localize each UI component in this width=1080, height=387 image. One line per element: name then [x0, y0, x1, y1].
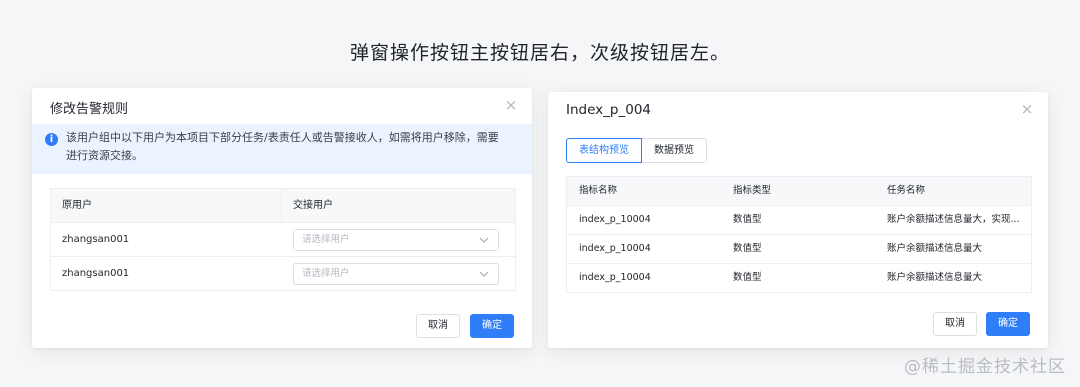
- transfer-user-cell: 请选择用户: [282, 223, 515, 256]
- column-header-original-user: 原用户: [51, 189, 282, 222]
- column-header-task-name: 任务名称: [887, 185, 926, 196]
- table-header: 指标名称 指标类型 任务名称: [567, 177, 1031, 206]
- task-name-cell: 账户余额描述信息量大，实现...: [887, 214, 1020, 225]
- notice-text: 该用户组中以下用户为本项目下部分任务/表责任人或告警接收人，如需将用户移除，需要…: [66, 131, 499, 162]
- modal-title: Index_p_004: [566, 102, 652, 118]
- table-row: zhangsan001 请选择用户: [51, 257, 515, 290]
- table-row: index_p_10004 数值型 账户余额描述信息量大: [567, 264, 1031, 292]
- column-header-transfer-user: 交接用户: [293, 200, 333, 211]
- tab-data-preview[interactable]: 数据预览: [642, 138, 707, 163]
- confirm-button[interactable]: 确定: [986, 312, 1030, 336]
- metric-type-cell: 数值型: [733, 272, 762, 283]
- metric-name-cell: index_p_10004: [579, 243, 651, 254]
- cancel-button[interactable]: 取消: [416, 314, 460, 338]
- cancel-button[interactable]: 取消: [933, 312, 977, 336]
- edit-alert-rule-modal: 修改告警规则 × i 该用户组中以下用户为本项目下部分任务/表责任人或告警接收人…: [32, 88, 532, 348]
- info-notice: i 该用户组中以下用户为本项目下部分任务/表责任人或告警接收人，如需将用户移除，…: [32, 124, 532, 174]
- transfer-user-cell: 请选择用户: [282, 257, 515, 290]
- select-placeholder: 请选择用户: [302, 234, 350, 245]
- select-placeholder: 请选择用户: [302, 268, 350, 279]
- chevron-down-icon: [479, 237, 489, 243]
- original-user-cell: zhangsan001: [62, 234, 130, 245]
- table-header: 原用户 交接用户: [51, 189, 515, 223]
- table-row: zhangsan001 请选择用户: [51, 223, 515, 257]
- table-row: index_p_10004 数值型 账户余额描述信息量大，实现...: [567, 206, 1031, 235]
- user-select[interactable]: 请选择用户: [293, 263, 499, 285]
- close-icon[interactable]: ×: [504, 98, 518, 113]
- close-icon[interactable]: ×: [1020, 102, 1034, 117]
- tab-schema-preview[interactable]: 表结构预览: [566, 138, 642, 163]
- chevron-down-icon: [479, 271, 489, 277]
- index-preview-modal: Index_p_004 × 表结构预览 数据预览 指标名称 指标类型 任务名称 …: [548, 92, 1048, 348]
- table-row: index_p_10004 数值型 账户余额描述信息量大: [567, 235, 1031, 264]
- info-icon: i: [45, 133, 58, 146]
- preview-tabs: 表结构预览 数据预览: [566, 138, 707, 163]
- watermark: @稀土掘金技术社区: [904, 357, 1066, 377]
- modal-title: 修改告警规则: [50, 102, 129, 117]
- metric-name-cell: index_p_10004: [579, 272, 651, 283]
- user-select[interactable]: 请选择用户: [293, 229, 499, 251]
- schema-table: 指标名称 指标类型 任务名称 index_p_10004 数值型 账户余额描述信…: [566, 176, 1032, 293]
- metric-name-cell: index_p_10004: [579, 214, 651, 225]
- original-user-cell: zhangsan001: [62, 268, 130, 279]
- page-heading: 弹窗操作按钮主按钮居右，次级按钮居左。: [349, 42, 730, 64]
- metric-type-cell: 数值型: [733, 243, 762, 254]
- column-header-metric-name: 指标名称: [579, 185, 618, 196]
- task-name-cell: 账户余额描述信息量大: [887, 243, 983, 254]
- task-name-cell: 账户余额描述信息量大: [887, 272, 983, 283]
- transfer-table: 原用户 交接用户 zhangsan001 请选择用户 zhangsan001 请…: [50, 188, 516, 291]
- column-header-metric-type: 指标类型: [733, 185, 772, 196]
- metric-type-cell: 数值型: [733, 214, 762, 225]
- confirm-button[interactable]: 确定: [470, 314, 514, 338]
